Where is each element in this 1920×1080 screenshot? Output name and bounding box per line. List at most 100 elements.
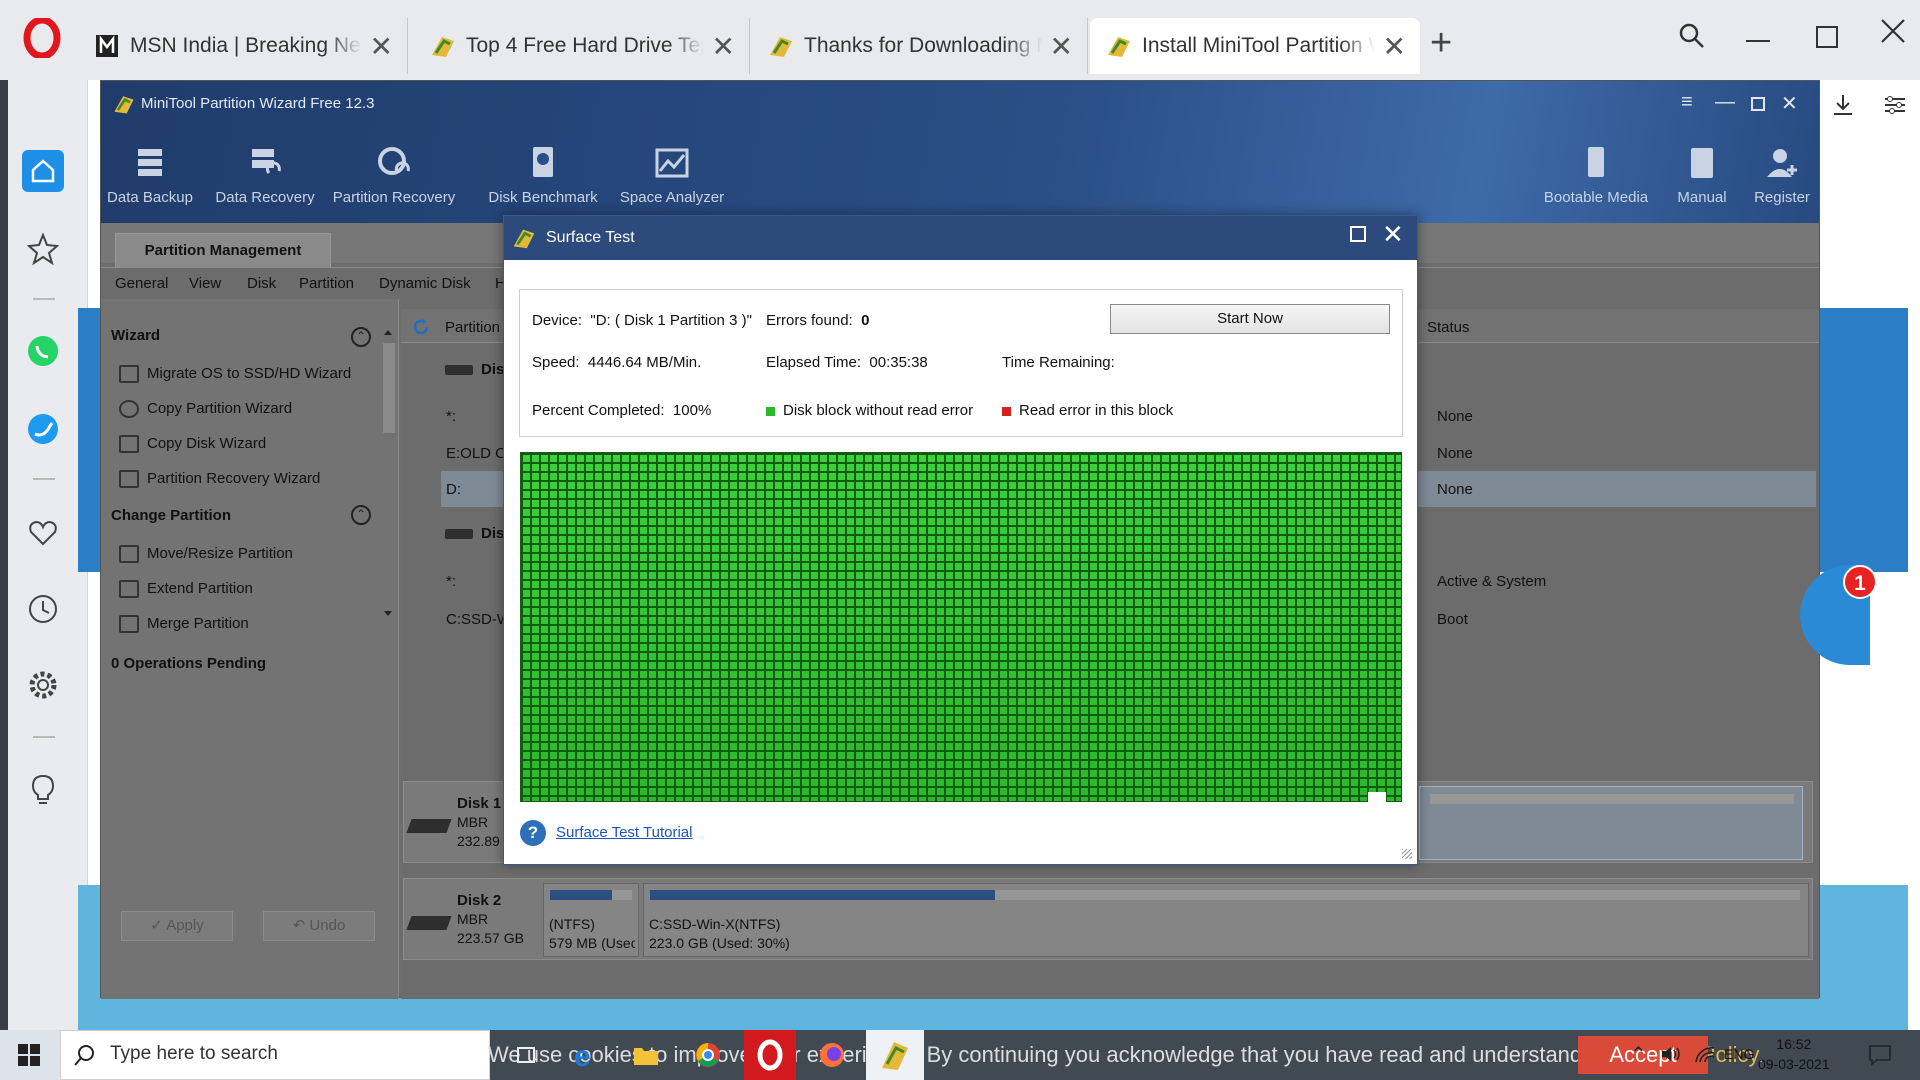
app-menu-icon[interactable]: ≡	[1681, 91, 1693, 114]
download-icon[interactable]	[1830, 92, 1856, 118]
app-maximize-icon[interactable]	[1751, 97, 1765, 111]
disk2-name: Disk 2	[457, 892, 502, 909]
minitool-icon	[1108, 37, 1130, 57]
whatsapp-icon[interactable]	[22, 330, 64, 372]
opera-taskbar-icon[interactable]	[744, 1030, 796, 1080]
tab-close-icon[interactable]: ✕	[370, 30, 393, 63]
row-status: Active & System	[1437, 573, 1547, 590]
copy-disk-item[interactable]: Copy Disk Wizard	[147, 435, 266, 452]
close-window-icon[interactable]	[1880, 18, 1906, 44]
help-icon[interactable]: ?	[520, 820, 546, 846]
bulb-icon[interactable]	[22, 768, 64, 810]
tab-close-icon[interactable]: ✕	[1050, 30, 1073, 63]
collapse-icon[interactable]: ⌃	[351, 505, 371, 525]
start-now-button[interactable]: Start Now	[1110, 304, 1390, 334]
windows-start-icon[interactable]	[18, 1044, 40, 1066]
task-view-icon[interactable]	[506, 1036, 546, 1074]
notification-icon[interactable]	[1868, 1044, 1892, 1066]
disk2-type: MBR	[457, 911, 489, 927]
file-explorer-icon[interactable]	[626, 1036, 666, 1074]
dialog-close-icon[interactable]: ✕	[1382, 219, 1404, 250]
menu-disk[interactable]: Disk	[247, 275, 276, 292]
language-indicator[interactable]: ENG	[1724, 1046, 1754, 1062]
chrome-icon[interactable]	[688, 1036, 728, 1074]
tab-close-icon[interactable]: ✕	[712, 30, 735, 63]
search-icon[interactable]	[1678, 22, 1706, 50]
disk1-partition-selected[interactable]	[1419, 786, 1803, 860]
space-analyzer-button[interactable]: Space Analyzer	[617, 143, 727, 206]
migrate-os-item[interactable]: Migrate OS to SSD/HD Wizard	[147, 365, 351, 382]
minitool-logo-icon	[510, 224, 538, 252]
device-value: "D: ( Disk 1 Partition 3 )"	[590, 312, 752, 329]
tab-hard-drive-test[interactable]: Top 4 Free Hard Drive Test ✕	[414, 18, 750, 74]
table-row[interactable]: E:OLD C	[446, 445, 506, 462]
surface-test-dialog: Surface Test ✕ Device: "D: ( Disk 1 Part…	[503, 215, 1418, 865]
register-button[interactable]: Register	[1747, 143, 1817, 206]
settings-icon[interactable]	[22, 664, 64, 706]
tray-chevron-icon[interactable]: ⌃	[1630, 1042, 1647, 1067]
extend-item[interactable]: Extend Partition	[147, 580, 253, 597]
surface-test-tutorial-link[interactable]: Surface Test Tutorial	[556, 824, 692, 841]
tab-close-icon[interactable]: ✕	[1383, 30, 1406, 63]
wifi-icon[interactable]	[1694, 1044, 1716, 1064]
table-row[interactable]: C:SSD-W	[446, 611, 511, 628]
move-resize-item[interactable]: Move/Resize Partition	[147, 545, 293, 562]
firefox-icon[interactable]	[812, 1036, 852, 1074]
easy-setup-icon[interactable]	[1882, 92, 1908, 118]
dialog-maximize-icon[interactable]	[1350, 226, 1366, 242]
edge-icon[interactable]: e	[566, 1036, 606, 1074]
dialog-titlebar: Surface Test	[504, 216, 1417, 260]
heart-icon[interactable]	[22, 512, 64, 554]
partition-recovery-button[interactable]: Partition Recovery	[329, 143, 459, 206]
minimize-icon[interactable]	[1746, 40, 1770, 42]
new-tab-button[interactable]: +	[1430, 22, 1452, 65]
manual-icon	[1691, 148, 1713, 178]
menu-dynamic-disk[interactable]: Dynamic Disk	[379, 275, 471, 292]
maximize-icon[interactable]	[1816, 26, 1838, 48]
merge-item[interactable]: Merge Partition	[147, 615, 249, 632]
partition-recovery-wizard-item[interactable]: Partition Recovery Wizard	[147, 470, 320, 487]
taskbar-clock[interactable]: 16:52 09-03-2021	[1758, 1034, 1830, 1074]
data-backup-button[interactable]: Data Backup	[105, 143, 195, 206]
legend-ok: Disk block without read error	[766, 402, 973, 419]
menu-view[interactable]: View	[189, 275, 221, 292]
copy-partition-item[interactable]: Copy Partition Wizard	[147, 400, 292, 417]
disk2-partition-2[interactable]	[643, 883, 1809, 957]
minitool-logo-icon	[111, 91, 137, 117]
disk-row-label[interactable]: Dis	[481, 361, 504, 378]
tab-thanks-downloading[interactable]: Thanks for Downloading M ✕	[752, 18, 1088, 74]
collapse-icon[interactable]: ⌃	[351, 327, 371, 347]
refresh-icon[interactable]	[411, 317, 431, 337]
data-recovery-button[interactable]: Data Recovery	[215, 143, 315, 206]
volume-icon[interactable]	[1660, 1044, 1682, 1064]
menu-general[interactable]: General	[115, 275, 168, 292]
column-status[interactable]: Status	[1427, 319, 1470, 336]
history-icon[interactable]	[22, 588, 64, 630]
undo-button[interactable]: ↶ Undo	[263, 911, 375, 941]
resize-grip[interactable]	[1402, 849, 1412, 859]
disk-row-label[interactable]: Dis	[481, 525, 504, 542]
column-partition[interactable]: Partition	[445, 319, 500, 336]
app-close-icon[interactable]: ✕	[1781, 91, 1798, 116]
tab-msn[interactable]: MSN India | Breaking News ✕	[78, 18, 408, 74]
twitter-icon[interactable]	[22, 408, 64, 450]
home-icon[interactable]	[22, 150, 64, 192]
apply-button[interactable]: ✓ Apply	[121, 911, 233, 941]
tab-partition-management[interactable]: Partition Management	[115, 233, 331, 267]
bootable-media-button[interactable]: Bootable Media	[1541, 143, 1651, 206]
opera-logo-icon[interactable]	[22, 18, 62, 58]
panel-scrollbar[interactable]	[379, 323, 397, 623]
minitool-taskbar-icon[interactable]	[866, 1030, 924, 1080]
manual-button[interactable]: Manual	[1667, 143, 1737, 206]
bookmark-icon[interactable]	[22, 228, 64, 270]
table-row[interactable]: *:	[446, 408, 456, 425]
app-minimize-icon[interactable]: —	[1715, 91, 1735, 114]
tab-install-minitool[interactable]: Install MiniTool Partition W ✕	[1090, 18, 1420, 74]
disk-benchmark-button[interactable]: Disk Benchmark	[485, 143, 601, 206]
table-row[interactable]: D:	[446, 481, 461, 498]
clock-date: 09-03-2021	[1758, 1056, 1830, 1072]
menu-partition[interactable]: Partition	[299, 275, 354, 292]
table-row[interactable]: *:	[446, 573, 456, 590]
chat-notification-badge: 1	[1843, 565, 1877, 599]
svg-text:e: e	[574, 1040, 591, 1073]
